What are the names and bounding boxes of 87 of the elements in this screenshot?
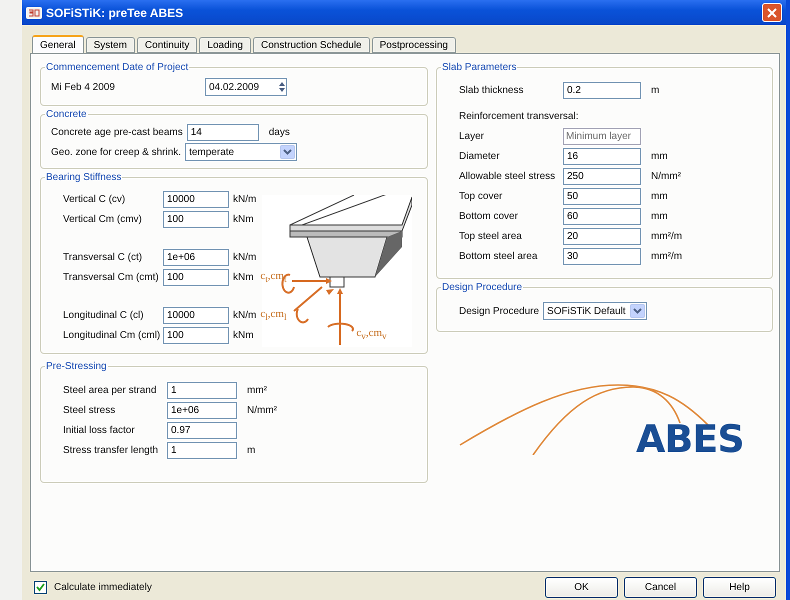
unit-label: m bbox=[247, 444, 256, 456]
tab[interactable]: Postprocessing bbox=[372, 37, 456, 53]
dropdown[interactable]: temperate bbox=[185, 143, 298, 161]
date-field[interactable]: 04.02.2009 bbox=[205, 78, 287, 96]
field-label: Concrete age pre-cast beams bbox=[51, 126, 183, 138]
unit-label: N/mm² bbox=[651, 170, 681, 182]
unit-label: mm bbox=[651, 190, 668, 202]
unit-label: mm²/m bbox=[651, 250, 682, 262]
dialog-button[interactable]: Cancel bbox=[624, 576, 697, 598]
input-field[interactable]: 1e+06 bbox=[167, 402, 237, 418]
input-field[interactable]: 1 bbox=[167, 442, 237, 458]
tab[interactable]: System bbox=[86, 37, 135, 53]
force-label: c$_{l}$,cm$_{l}$ bbox=[260, 308, 287, 322]
section-note: Reinforcement transversal: bbox=[459, 110, 578, 122]
input-field[interactable]: 60 bbox=[563, 208, 641, 224]
input-field[interactable]: 250 bbox=[563, 168, 641, 184]
input-field[interactable]: 1 bbox=[167, 382, 237, 398]
window-title: SOFiSTiK: preTee ABES bbox=[46, 6, 184, 20]
tab[interactable]: Loading bbox=[199, 37, 251, 53]
group-title: Concrete bbox=[45, 109, 88, 120]
unit-label: mm² bbox=[247, 384, 267, 396]
field-label: Steel stress bbox=[63, 404, 116, 416]
field-label: Design Procedure bbox=[459, 306, 540, 316]
tab[interactable]: Continuity bbox=[136, 37, 198, 53]
group-title: Slab Parameters bbox=[441, 62, 518, 73]
input-field[interactable]: 30 bbox=[563, 248, 641, 264]
unit-label: mm bbox=[651, 210, 668, 222]
input-field[interactable]: 100 bbox=[163, 326, 229, 344]
spinner-icon[interactable] bbox=[278, 81, 286, 93]
group-title: Pre-Stressing bbox=[45, 361, 108, 372]
unit-label: kN/m bbox=[233, 310, 256, 320]
force-label: c$_{t}$,cm$_{t}$ bbox=[260, 270, 287, 284]
close-button[interactable] bbox=[762, 3, 782, 22]
field-label: Longitudinal C (cl) bbox=[63, 310, 145, 320]
checkbox[interactable] bbox=[34, 580, 47, 594]
field-label: Bottom steel area bbox=[459, 250, 538, 262]
group-title: Bearing Stiffness bbox=[45, 172, 122, 183]
force-label: c$_{v}$,cm$_{v}$ bbox=[356, 327, 387, 342]
unit-label: kNm bbox=[233, 272, 254, 282]
unit-label: kNm bbox=[233, 330, 254, 340]
checkbox-label: Calculate immediately bbox=[54, 582, 152, 592]
unit-label: N/mm² bbox=[247, 404, 277, 416]
field-label: Longitudinal Cm (cml) bbox=[63, 330, 159, 340]
date-text: Mi Feb 4 2009 bbox=[51, 82, 116, 92]
field-label: Transversal Cm (cmt) bbox=[63, 272, 159, 282]
field-label: Diameter bbox=[459, 150, 501, 162]
field-label: Top cover bbox=[459, 190, 504, 202]
field-label: Allowable steel stress bbox=[459, 170, 556, 182]
input-field[interactable]: 0.2 bbox=[563, 82, 641, 98]
field-label: Transversal C (ct) bbox=[63, 252, 144, 262]
field-label: Steel area per strand bbox=[63, 384, 158, 396]
input-field[interactable]: 16 bbox=[563, 148, 641, 164]
input-field[interactable]: 14 bbox=[186, 124, 259, 140]
field-label: Slab thickness bbox=[459, 84, 524, 96]
field-label: Layer bbox=[459, 130, 486, 142]
input-field[interactable]: 20 bbox=[563, 228, 641, 244]
field-label: Initial loss factor bbox=[63, 424, 136, 436]
logo-text: ABES bbox=[636, 417, 744, 461]
field-label: Stress transfer length bbox=[63, 444, 160, 456]
field-label: Geo. zone for creep & shrink. bbox=[51, 146, 182, 158]
unit-label: kN/m bbox=[233, 194, 256, 204]
app-logo-icon bbox=[26, 6, 42, 18]
dialog-button[interactable]: OK bbox=[545, 576, 618, 598]
field-label: Vertical C (cv) bbox=[63, 194, 126, 204]
unit-label: m bbox=[651, 84, 660, 96]
tab[interactable]: Construction Schedule bbox=[252, 37, 370, 53]
input-field[interactable]: 100 bbox=[163, 268, 229, 286]
unit-label: kN/m bbox=[233, 252, 256, 262]
input-field[interactable]: 10000 bbox=[163, 306, 229, 324]
group-title: Design Procedure bbox=[441, 282, 524, 293]
input-field[interactable]: 10000 bbox=[163, 190, 229, 208]
tab[interactable]: General bbox=[32, 35, 84, 53]
input-field[interactable]: 1e+06 bbox=[163, 248, 229, 266]
unit-label: kNm bbox=[233, 214, 254, 224]
input-field[interactable]: 50 bbox=[563, 188, 641, 204]
dropdown[interactable]: SOFiSTiK Default bbox=[543, 302, 648, 320]
unit-label: mm bbox=[651, 150, 668, 162]
input-field[interactable]: 100 bbox=[163, 210, 229, 228]
input-field[interactable]: 0.97 bbox=[167, 422, 237, 438]
field-label: Vertical Cm (cmv) bbox=[63, 214, 143, 224]
unit-label: mm²/m bbox=[651, 230, 682, 242]
close-icon bbox=[767, 8, 777, 18]
unit-label: days bbox=[268, 126, 290, 138]
field-label: Top steel area bbox=[459, 230, 523, 242]
dialog-button[interactable]: Help bbox=[703, 576, 776, 598]
group-title: Commencement Date of Project bbox=[45, 62, 190, 73]
field-label: Bottom cover bbox=[459, 210, 519, 222]
